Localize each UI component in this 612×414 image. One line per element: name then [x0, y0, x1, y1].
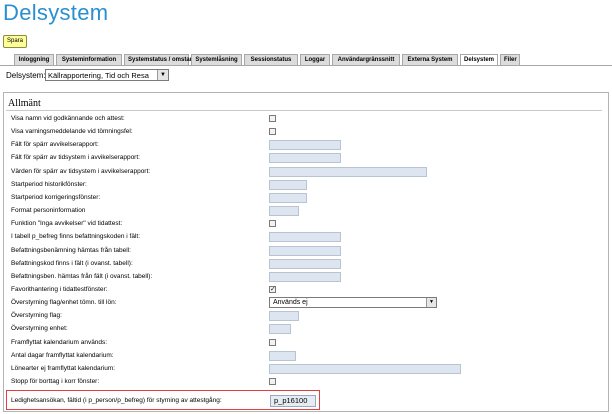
setting-select-value: Används ej [273, 299, 308, 307]
setting-label: Startperiod historikfönster: [11, 180, 87, 188]
subsystem-select[interactable]: Källrapportering, Tid och Resa ▼ [45, 69, 169, 81]
setting-label: Favorithantering i tidattestfönster: [11, 285, 108, 293]
setting-checkbox[interactable] [269, 128, 276, 136]
setting-text-input[interactable] [269, 245, 341, 256]
setting-checkbox[interactable] [269, 220, 276, 228]
setting-label: Funktion "Inga avvikelser" vid tidattest… [11, 220, 123, 228]
setting-label: Fält för spärr av tidsystem i avvikelser… [11, 154, 140, 162]
subsystem-selected-value: Källrapportering, Tid och Resa [48, 71, 149, 80]
setting-text-input[interactable] [269, 192, 307, 203]
leave-application-field-label: Ledighetsansökan, fältid (i p_person/p_b… [11, 397, 222, 404]
setting-label: Visa namn vid godkännande och attest: [11, 115, 125, 122]
setting-text-input[interactable] [269, 271, 341, 282]
page-title: Delsystem [3, 0, 109, 25]
section-divider [6, 110, 602, 111]
setting-text-input[interactable] [269, 363, 461, 374]
setting-text-input[interactable] [269, 206, 299, 217]
leave-application-field-value: p_p16100 [274, 396, 308, 405]
setting-text-input[interactable] [269, 179, 307, 190]
setting-label: Befattningsbenämning hämtas från tabell: [11, 246, 131, 254]
setting-checkbox[interactable] [269, 115, 276, 122]
setting-text-input[interactable] [269, 166, 427, 177]
setting-label: Visa varningsmeddelande vid tömningsfel: [11, 128, 133, 136]
setting-label: Överstyrning flag: [11, 312, 62, 320]
setting-label: Befattningsben. hämtas från fält (i ovan… [11, 272, 153, 280]
tab-divider [0, 65, 612, 66]
setting-checkbox[interactable] [269, 338, 276, 346]
setting-text-input[interactable] [269, 350, 296, 361]
setting-select[interactable]: Används ej ▼ [269, 297, 437, 309]
setting-label: Antal dagar framflyttat kalendarium: [11, 351, 114, 359]
setting-label: Överstyrning flag/enhet tömn. till lön: [11, 299, 117, 307]
chevron-down-icon[interactable]: ▼ [426, 298, 436, 308]
setting-text-input[interactable] [269, 258, 341, 269]
setting-label: I tabell p_befreg finns befattningskoden… [11, 233, 141, 241]
setting-text-input[interactable] [269, 140, 341, 151]
setting-label: Stopp för borttag i korr fönster: [11, 378, 100, 385]
setting-label: Startperiod korrigeringsfönster: [11, 193, 101, 201]
setting-checkbox[interactable] [269, 285, 276, 293]
setting-label: Framflyttat kalendarium används: [11, 338, 108, 346]
setting-label: Lönearter ej framflyttat kalendarium: [11, 364, 116, 372]
leave-application-field-input[interactable]: p_p16100 [270, 395, 316, 407]
highlighted-setting: Ledighetsansökan, fältid (i p_person/p_b… [6, 390, 320, 410]
setting-label: Värden för spärr av tidsystem i avvikels… [11, 167, 151, 175]
setting-text-input[interactable] [269, 153, 341, 164]
subsystem-label: Delsystem: [6, 71, 46, 80]
save-button[interactable]: Spara [3, 35, 28, 48]
setting-label: Överstyrning enhet: [11, 325, 68, 333]
setting-label: Befattningskod finns i fält (i ovanst. t… [11, 259, 133, 267]
setting-label: Fält för spärr avvikelserapport: [11, 141, 99, 149]
setting-text-input[interactable] [269, 311, 299, 322]
chevron-down-icon[interactable]: ▼ [157, 70, 168, 80]
setting-checkbox[interactable] [269, 378, 276, 385]
setting-label: Format personinformation [11, 207, 86, 215]
setting-text-input[interactable] [269, 232, 341, 243]
setting-text-input[interactable] [269, 324, 291, 335]
section-title: Allmänt [8, 98, 41, 109]
